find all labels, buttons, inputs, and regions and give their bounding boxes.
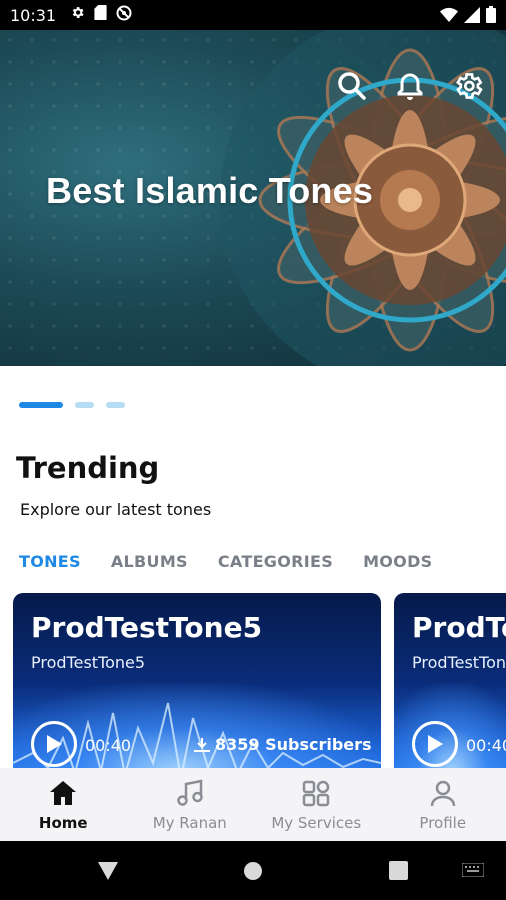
download-icon — [194, 737, 210, 752]
tab-categories[interactable]: CATEGORIES — [218, 552, 333, 571]
grid-icon — [301, 776, 331, 810]
play-button[interactable] — [412, 721, 458, 767]
subscribers-label: 8359 Subscribers — [215, 735, 372, 754]
tab-albums[interactable]: ALBUMS — [111, 552, 188, 571]
home-button[interactable] — [243, 861, 263, 886]
bottom-navigation: Home My Ranan My Services Profile — [0, 768, 506, 841]
nav-item-profile[interactable]: Profile — [380, 768, 506, 841]
system-navigation-bar — [0, 841, 506, 900]
carousel-dot-2[interactable] — [75, 402, 94, 408]
carousel-dot-3[interactable] — [106, 402, 125, 408]
subscribers-count: 8359 Subscribers — [193, 735, 372, 754]
settings-icon[interactable] — [452, 70, 484, 102]
tone-card[interactable]: ProdTestTone5 ProdTestTone5 00:40 — [394, 593, 506, 768]
tone-duration: 00:40 — [85, 736, 132, 755]
nav-label: My Ranan — [152, 814, 227, 832]
battery-icon — [486, 6, 496, 28]
keyboard-icon[interactable] — [461, 862, 485, 882]
search-icon[interactable] — [336, 70, 368, 102]
nav-item-home[interactable]: Home — [0, 768, 127, 841]
nav-item-my-ranan[interactable]: My Ranan — [127, 768, 254, 841]
nav-item-my-services[interactable]: My Services — [253, 768, 380, 841]
status-bar: 10:31 — [0, 0, 506, 30]
content-tabs: TONES ALBUMS CATEGORIES MOODS — [19, 552, 433, 571]
tab-tones[interactable]: TONES — [19, 552, 81, 571]
play-button[interactable] — [31, 721, 77, 767]
tab-moods[interactable]: MOODS — [363, 552, 432, 571]
carousel-indicator[interactable] — [19, 402, 125, 408]
home-icon — [48, 776, 78, 810]
hero-banner[interactable]: Best Islamic Tones — [0, 30, 506, 366]
carousel-dot-1[interactable] — [19, 402, 63, 408]
signal-icon — [464, 6, 480, 28]
nav-label: Profile — [419, 814, 467, 832]
nav-label: Home — [38, 814, 88, 832]
tone-title: ProdTestTone5 — [31, 611, 263, 644]
person-icon — [428, 776, 458, 810]
bell-icon[interactable] — [394, 70, 426, 102]
play-icon — [428, 735, 443, 753]
tone-artist: ProdTestTone5 — [31, 653, 146, 672]
tone-card[interactable]: ProdTestTone5 ProdTestTone5 00:40 8359 S… — [13, 593, 381, 768]
no-location-icon — [116, 5, 132, 26]
nav-label: My Services — [271, 814, 362, 832]
tone-duration: 00:40 — [466, 736, 506, 755]
section-title: Trending — [16, 451, 160, 485]
gear-icon — [70, 5, 85, 25]
tone-artist: ProdTestTone5 — [412, 653, 506, 672]
tone-card-carousel[interactable]: ProdTestTone5 ProdTestTone5 00:40 8359 S… — [13, 593, 506, 768]
hero-title: Best Islamic Tones — [46, 170, 374, 211]
status-time: 10:31 — [10, 5, 57, 25]
music-note-icon — [175, 776, 205, 810]
wifi-icon — [440, 7, 458, 28]
tone-title: ProdTestTone5 — [412, 611, 506, 644]
recents-button[interactable] — [389, 861, 408, 885]
play-icon — [47, 735, 62, 753]
section-subtitle: Explore our latest tones — [20, 500, 212, 519]
back-button[interactable] — [96, 860, 120, 887]
sd-card-icon — [94, 5, 107, 25]
